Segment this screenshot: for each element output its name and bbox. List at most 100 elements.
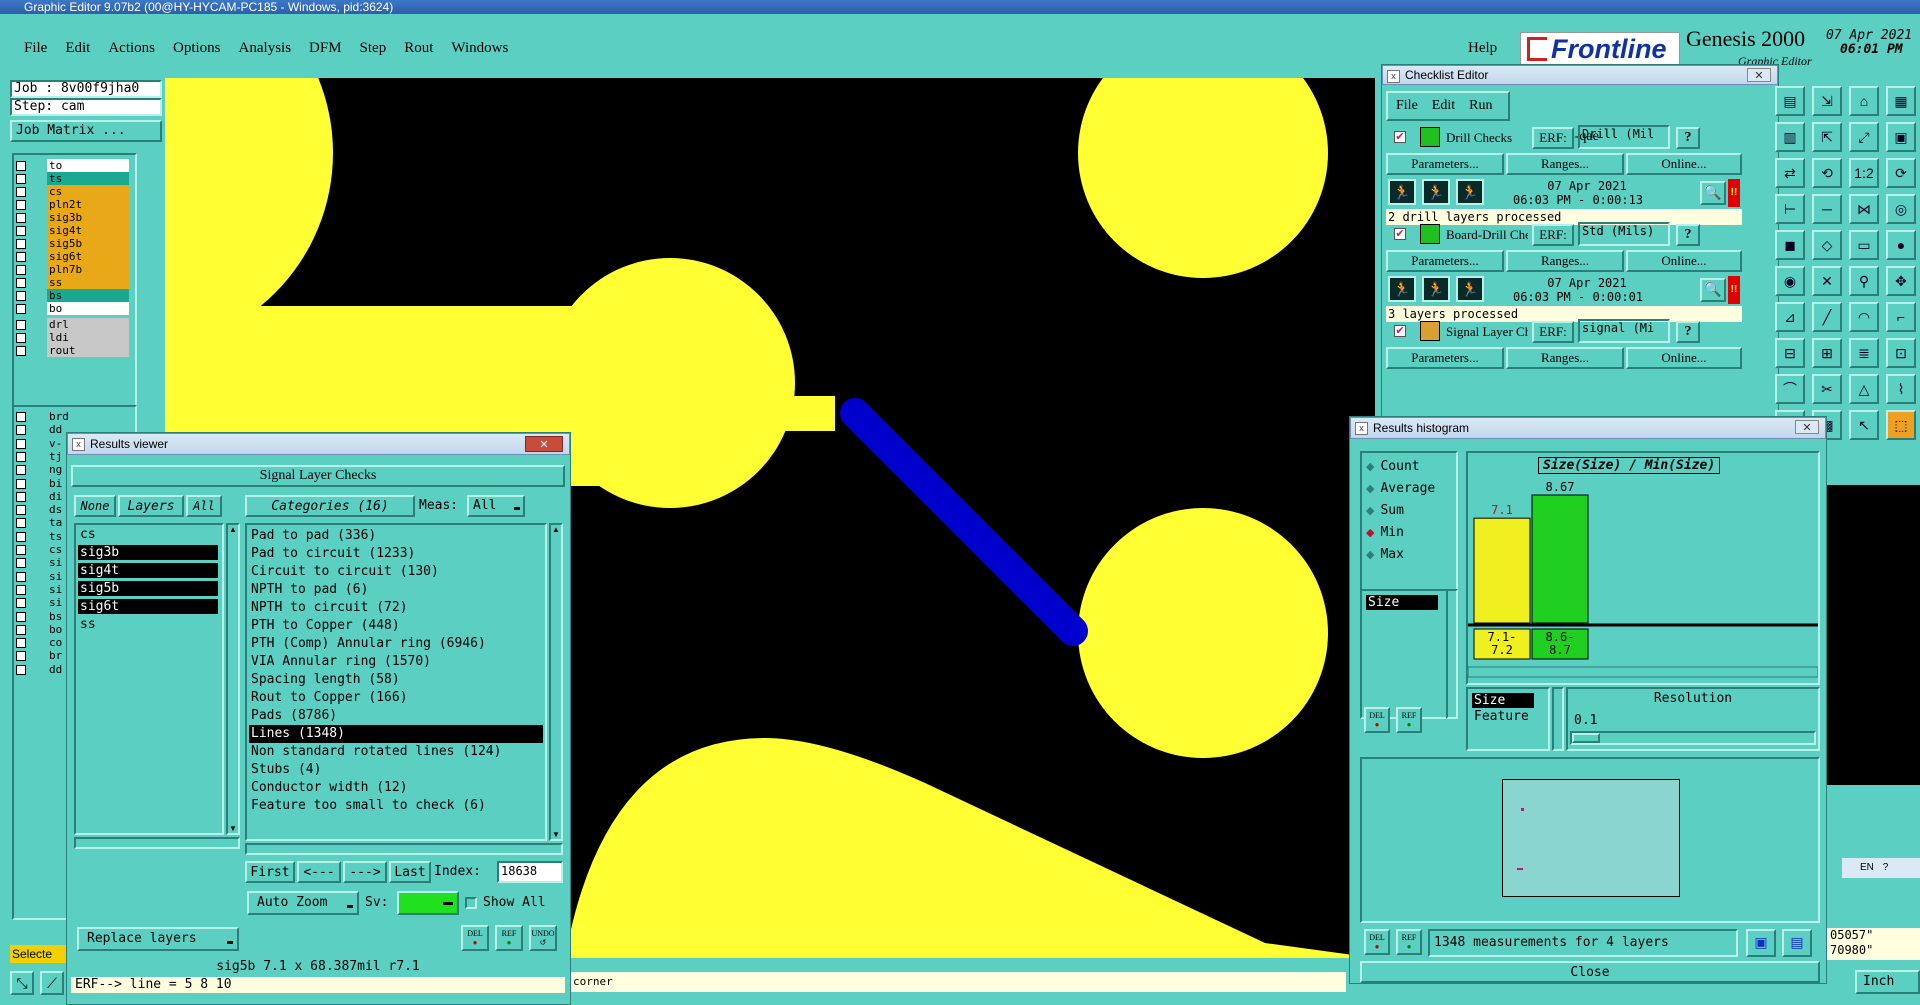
histogram-bar[interactable] <box>1473 517 1531 624</box>
del-button[interactable]: DEL ● <box>461 925 489 951</box>
view-results-button[interactable]: 🔍 <box>1700 181 1726 205</box>
home-tool[interactable]: ⌂ <box>1849 86 1879 116</box>
menu-dfm[interactable]: DFM <box>309 40 342 57</box>
layer-checkbox[interactable] <box>16 291 26 301</box>
attr-size[interactable]: Size <box>1472 693 1534 708</box>
check-enable-checkbox[interactable]: ✔ <box>1394 228 1406 240</box>
mode-radio-max[interactable]: ◆ Max <box>1366 547 1404 562</box>
layer-checkbox[interactable] <box>16 346 26 356</box>
all-button[interactable]: All <box>186 495 222 517</box>
mode-radio-min[interactable]: ◆ Min <box>1366 525 1404 540</box>
layer-checkbox[interactable] <box>16 304 26 314</box>
slider-thumb[interactable] <box>1572 733 1600 743</box>
category-item[interactable]: Pads (8786) <box>249 707 543 725</box>
result-layer-item[interactable]: sig4t <box>78 563 218 578</box>
parameters-button[interactable]: Parameters... <box>1386 347 1504 369</box>
layer-list-hscroll[interactable] <box>74 837 240 849</box>
triangle-tool[interactable]: △ <box>1849 374 1879 404</box>
ref-button[interactable]: REF ● <box>495 925 523 951</box>
cross-tool[interactable]: ✕ <box>1812 266 1842 296</box>
arc-tool[interactable]: ◠ <box>1849 302 1879 332</box>
histogram-bar[interactable] <box>1531 494 1589 624</box>
node-tool[interactable]: ◉ <box>1775 266 1805 296</box>
layer-checkbox[interactable] <box>16 174 26 184</box>
check-name[interactable]: Signal Layer Ch <box>1446 324 1528 340</box>
category-item[interactable]: PTH to Copper (448) <box>249 617 543 635</box>
grid-tool[interactable]: ▦ <box>1886 86 1916 116</box>
layer-checkbox[interactable] <box>16 278 26 288</box>
run-button[interactable]: 🏃 <box>1422 276 1450 302</box>
online-button[interactable]: Online... <box>1626 250 1742 272</box>
layer-listbox[interactable]: cs sig3b sig4t sig5b sig6t ss <box>74 523 224 835</box>
check-help-button[interactable]: ? <box>1676 321 1700 343</box>
layer-checkbox[interactable] <box>16 518 26 529</box>
show-all-checkbox[interactable] <box>465 897 477 909</box>
hist-del2-button[interactable]: DEL ● <box>1364 929 1390 955</box>
ranges-button[interactable]: Ranges... <box>1506 153 1624 175</box>
layer-row-sig5b[interactable]: sig5b <box>12 237 132 251</box>
layer-row-to[interactable]: to <box>12 159 132 173</box>
category-item[interactable]: Circuit to circuit (130) <box>249 563 543 581</box>
layer-row-sig4t[interactable]: sig4t <box>12 224 132 238</box>
checklist-menu-run[interactable]: Run <box>1469 98 1492 114</box>
layer-checkbox[interactable] <box>16 226 26 236</box>
check-enable-checkbox[interactable]: ✔ <box>1394 325 1406 337</box>
layer-row-pln7b[interactable]: pln7b <box>12 263 132 277</box>
category-item[interactable]: Pad to circuit (1233) <box>249 545 543 563</box>
result-layer-item[interactable]: sig6t <box>78 599 218 614</box>
layer-checkbox[interactable] <box>16 624 26 635</box>
layer-row-rout[interactable]: rout <box>12 344 132 358</box>
parameters-button[interactable]: Parameters... <box>1386 153 1504 175</box>
layer-checkbox[interactable] <box>16 265 26 275</box>
join-tool[interactable]: ⋈ <box>1849 194 1879 224</box>
ranges-button[interactable]: Ranges... <box>1506 347 1624 369</box>
menu-analysis[interactable]: Analysis <box>239 40 292 57</box>
layer-checkbox[interactable] <box>16 465 26 476</box>
undo-button[interactable]: UNDO ↺ <box>529 925 557 951</box>
field-size[interactable]: Size <box>1366 595 1438 610</box>
layer-row-drl[interactable]: drl <box>12 318 132 332</box>
copy-tool[interactable]: ▤ <box>1775 86 1805 116</box>
layer-checkbox[interactable] <box>16 412 26 422</box>
pad-tool[interactable]: ◼ <box>1775 230 1805 260</box>
category-item[interactable]: NPTH to circuit (72) <box>249 599 543 617</box>
edge-tool[interactable]: ⊿ <box>1775 302 1805 332</box>
layer-checkbox[interactable] <box>16 252 26 262</box>
split-tool[interactable]: ⊟ <box>1775 338 1805 368</box>
none-button[interactable]: None <box>74 495 116 517</box>
menu-windows[interactable]: Windows <box>451 40 508 57</box>
check-help-button[interactable]: ? <box>1676 224 1700 246</box>
layer-checkbox[interactable] <box>16 200 26 210</box>
result-layer-item[interactable]: sig3b <box>78 545 218 560</box>
run-button[interactable]: 🏃 <box>1422 179 1450 205</box>
layer-checkbox[interactable] <box>16 505 26 516</box>
category-item[interactable]: Lines (1348) <box>249 725 543 743</box>
layer-row-bo[interactable]: bo <box>12 302 132 316</box>
categories-scrollbar[interactable]: ▲ ▼ <box>549 523 563 841</box>
menu-help[interactable]: Help <box>1468 40 1497 57</box>
attr-feature[interactable]: Feature <box>1472 709 1529 724</box>
field-list-scrollbar[interactable] <box>1446 589 1458 719</box>
shape-tool[interactable]: ◇ <box>1812 230 1842 260</box>
layer-checkbox[interactable] <box>16 320 26 330</box>
corner-tool[interactable]: ⌐ <box>1886 302 1916 332</box>
last-button[interactable]: Last <box>389 861 431 883</box>
first-button[interactable]: First <box>245 861 295 883</box>
layers-button[interactable]: Layers <box>118 495 184 517</box>
hist-image-button[interactable]: ▣ <box>1746 929 1776 957</box>
layer-checkbox[interactable] <box>16 664 26 675</box>
result-layer-item[interactable]: ss <box>78 617 218 632</box>
category-item[interactable]: Rout to Copper (166) <box>249 689 543 707</box>
layer-checkbox[interactable] <box>16 425 26 436</box>
check-erf-value[interactable]: Drill (Mil <box>1578 125 1670 149</box>
online-button[interactable]: Online... <box>1626 347 1742 369</box>
bend-tool[interactable]: ⌒ <box>1775 374 1805 404</box>
close-button[interactable]: Close <box>1360 961 1820 983</box>
hist-ref-button[interactable]: REF ● <box>1396 707 1422 733</box>
mode-radio-count[interactable]: ◆ Count <box>1366 459 1420 474</box>
auto-zoom-dropdown[interactable]: Auto Zoom ▬ <box>247 891 359 915</box>
layer-checkbox[interactable] <box>16 333 26 343</box>
category-item[interactable]: NPTH to pad (6) <box>249 581 543 599</box>
result-layer-item[interactable]: sig5b <box>78 581 218 596</box>
layer-checkbox[interactable] <box>16 239 26 249</box>
